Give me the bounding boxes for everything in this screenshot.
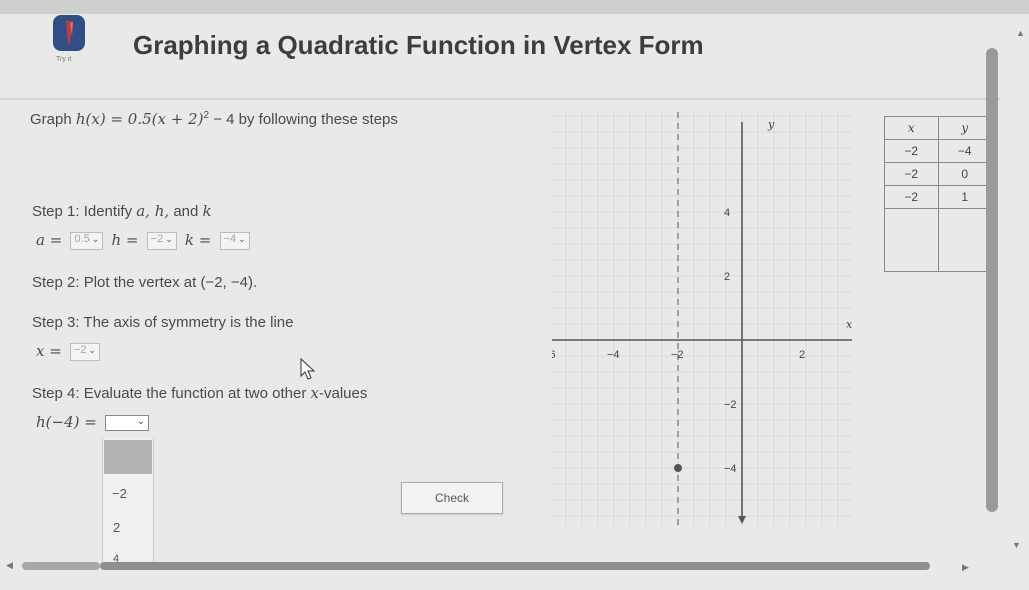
step2-label: Step 2: Plot the vertex at (32, 274, 201, 291)
pencil-logo-icon (53, 15, 85, 51)
table-cell: 1 (937, 185, 992, 209)
logo-caption: Try it (56, 56, 72, 63)
mouse-cursor-icon (300, 358, 316, 380)
step1-k: k (202, 202, 212, 220)
axis-dropdown[interactable]: −2 ⌄ (69, 343, 101, 362)
step4-dropdown-row: h(−4) = ⌄ (36, 413, 149, 432)
title-divider (0, 98, 1000, 100)
vertex-point[interactable] (674, 464, 682, 472)
step1-vars: a, h, (136, 202, 170, 220)
intro-prefix: Graph (30, 111, 76, 128)
table-row (884, 208, 992, 272)
y-tick-label: 2 (724, 271, 730, 283)
a-label: a = (36, 231, 63, 249)
window-top-bar (0, 0, 1029, 14)
dropdown-option[interactable]: 2 (113, 520, 120, 535)
a-dropdown[interactable]: 0.5 ⌄ (70, 232, 104, 251)
y-axis-arrow-icon (738, 516, 746, 524)
table-row: −2 0 (884, 162, 992, 186)
table-cell (884, 208, 939, 272)
dropdown-option[interactable]: −2 (112, 486, 127, 501)
chevron-down-icon: ⌄ (238, 234, 246, 245)
y-tick-label: −2 (724, 399, 737, 411)
table-row: −2 1 (884, 185, 992, 209)
table-cell: −4 (937, 139, 992, 163)
coordinate-graph[interactable]: x y −6 −4 −2 2 4 2 −2 −4 (552, 112, 852, 526)
step1-dropdowns: a = 0.5 ⌄ h = −2 ⌄ k = −4 ⌄ (36, 231, 254, 251)
h-neg4-dropdown[interactable]: ⌄ (105, 415, 149, 432)
step3-dropdown-row: x = −2 ⌄ (36, 342, 104, 362)
xy-table: x y −2 −4 −2 0 −2 1 (884, 116, 992, 272)
table-header-x: x (884, 116, 939, 140)
y-tick-label: 4 (724, 207, 730, 219)
chevron-down-icon: ⌄ (88, 345, 97, 356)
step4-text: Step 4: Evaluate the function at two oth… (32, 384, 367, 402)
h-label: h = (111, 231, 139, 249)
k-dropdown[interactable]: −4 ⌄ (219, 232, 250, 251)
scroll-down-arrow-icon[interactable]: ▼ (1012, 540, 1021, 550)
h-dropdown[interactable]: −2 ⌄ (146, 232, 177, 251)
table-cell: −2 (884, 185, 939, 209)
k-label: k = (184, 231, 212, 249)
step4-label: Step 4: Evaluate the function at two oth… (32, 385, 311, 402)
x-tick-label: −4 (607, 349, 620, 361)
step2-text: Step 2: Plot the vertex at (−2, −4). (32, 274, 257, 291)
step4-xvar: x (310, 384, 319, 402)
x-axis-label: x (846, 318, 852, 331)
step1-label: Step 1: Identify (32, 203, 137, 220)
y-axis-label: y (767, 118, 775, 131)
table-cell: 0 (937, 162, 992, 186)
table-cell: −2 (884, 162, 939, 186)
vertical-scrollbar-thumb[interactable] (986, 48, 998, 512)
chevron-down-icon: ⌄ (165, 234, 173, 245)
scroll-left-arrow-icon[interactable]: ◀ (6, 560, 13, 571)
dropdown-option-highlighted[interactable] (104, 440, 152, 474)
step1-and: and (169, 203, 203, 220)
a-value: 0.5 (74, 233, 90, 246)
step1-text: Step 1: Identify a, h, and k (32, 202, 212, 220)
table-header-row: x y (884, 116, 992, 140)
intro-suffix: − 4 (209, 111, 235, 128)
graph-grid (552, 112, 852, 526)
check-button[interactable]: Check (401, 482, 503, 514)
h-neg4-label: h(−4) = (36, 413, 97, 431)
table-header-y: y (937, 116, 992, 140)
page-title: Graphing a Quadratic Function in Vertex … (133, 30, 704, 60)
intro-text: Graph h(x) = 0.5(x + 2)2 − 4 by followin… (30, 110, 398, 128)
table-cell (937, 208, 992, 272)
table-row: −2 −4 (884, 139, 992, 163)
x-label: x = (36, 342, 62, 360)
step3-text: Step 3: The axis of symmetry is the line (32, 314, 294, 331)
scroll-up-arrow-icon[interactable]: ▲ (1016, 28, 1025, 38)
x-tick-label: 2 (799, 349, 805, 361)
intro-tail: by following these steps (234, 111, 398, 128)
scroll-right-arrow-icon[interactable]: ▶ (962, 562, 969, 573)
horizontal-scrollbar-thumb[interactable] (100, 562, 930, 570)
step4-label-end: -values (318, 385, 368, 402)
horizontal-scroll-track (22, 562, 100, 570)
y-tick-label: −4 (724, 463, 737, 475)
k-value: −4 (223, 233, 237, 246)
x-tick-label: −6 (552, 349, 556, 361)
intro-function: h(x) = 0.5(x + 2) (75, 110, 204, 128)
chevron-down-icon: ⌄ (91, 234, 100, 245)
chevron-down-icon: ⌄ (136, 416, 145, 428)
h-value: −2 (150, 233, 164, 246)
x-tick-label: −2 (671, 349, 684, 361)
axis-value: −2 (73, 344, 87, 357)
table-cell: −2 (884, 139, 939, 163)
step2-vertex: (−2, −4). (200, 274, 258, 291)
